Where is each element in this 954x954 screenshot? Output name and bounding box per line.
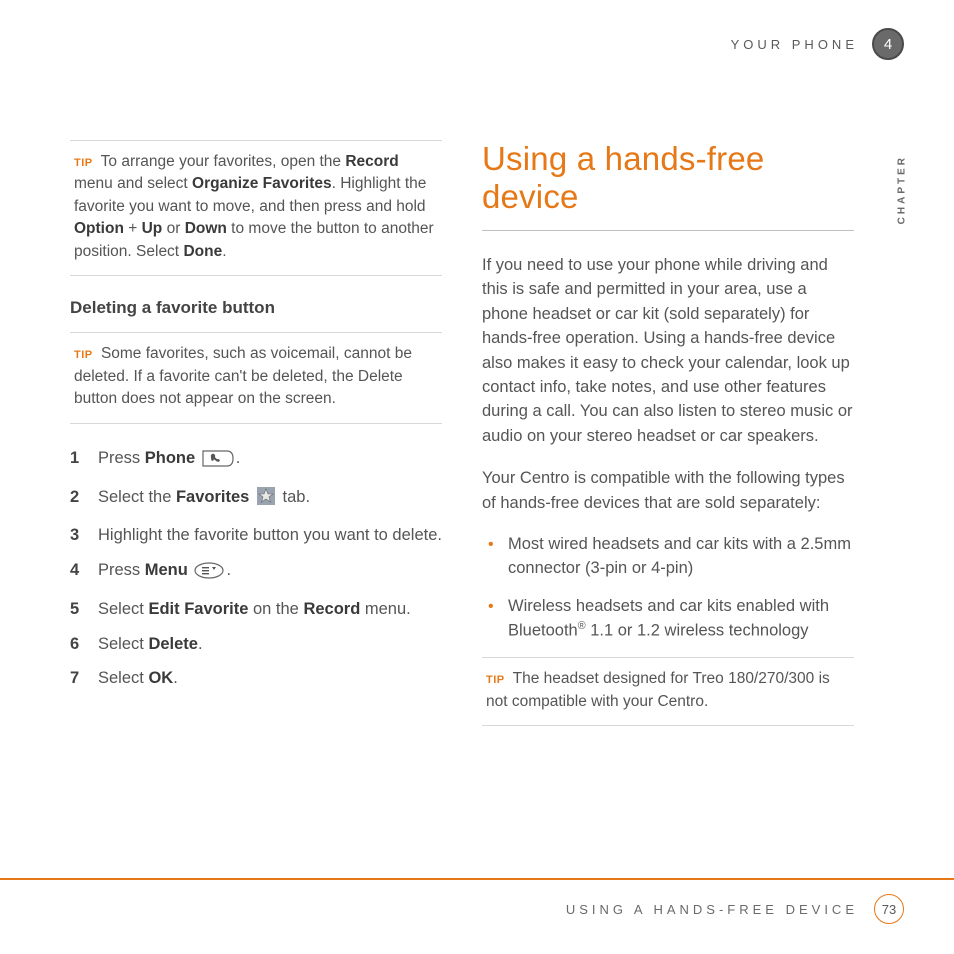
footer-section-title: USING A HANDS-FREE DEVICE xyxy=(566,902,858,917)
menu-button-icon xyxy=(194,562,224,587)
tip-box-treo-headset: TIP The headset designed for Treo 180/27… xyxy=(482,657,854,726)
page-content: TIP To arrange your favorites, open the … xyxy=(70,140,854,884)
tip-label: TIP xyxy=(74,157,93,169)
step-item: Select Delete. xyxy=(70,632,442,657)
side-chapter-label: CHAPTER xyxy=(896,155,907,224)
tip-text: To arrange your favorites, open the Reco… xyxy=(74,153,434,260)
step-item: Select Edit Favorite on the Record menu. xyxy=(70,597,442,622)
tip-text: Some favorites, such as voicemail, canno… xyxy=(74,345,412,407)
registered-mark: ® xyxy=(578,620,586,632)
bullet-item: Most wired headsets and car kits with a … xyxy=(482,533,854,581)
section-title: Using a hands-free device xyxy=(482,140,854,216)
tip-label: TIP xyxy=(486,674,505,686)
step-item: Highlight the favorite button you want t… xyxy=(70,523,442,548)
bullet-list: Most wired headsets and car kits with a … xyxy=(482,533,854,643)
step-item: Press Phone . xyxy=(70,446,442,475)
phone-button-icon xyxy=(202,450,234,475)
page-header: YOUR PHONE 4 xyxy=(731,28,904,60)
bullet-item: Wireless headsets and car kits enabled w… xyxy=(482,595,854,643)
chapter-number-badge: 4 xyxy=(872,28,904,60)
tip-label: TIP xyxy=(74,349,93,361)
page-number-badge: 73 xyxy=(874,894,904,924)
tip-text: The headset designed for Treo 180/270/30… xyxy=(486,670,830,709)
subheading-deleting-favorite: Deleting a favorite button xyxy=(70,298,442,318)
body-paragraph: Your Centro is compatible with the follo… xyxy=(482,466,854,515)
tip-box-delete-restriction: TIP Some favorites, such as voicemail, c… xyxy=(70,332,442,423)
page-footer: USING A HANDS-FREE DEVICE 73 xyxy=(0,878,954,924)
body-paragraph: If you need to use your phone while driv… xyxy=(482,253,854,448)
tip-box-organize-favorites: TIP To arrange your favorites, open the … xyxy=(70,140,442,276)
right-column: Using a hands-free device If you need to… xyxy=(482,140,854,884)
step-item: Select the Favorites tab. xyxy=(70,485,442,514)
step-item: Press Menu . xyxy=(70,558,442,587)
section-rule xyxy=(482,230,854,231)
favorites-star-icon xyxy=(256,486,276,514)
header-section-title: YOUR PHONE xyxy=(731,37,858,52)
left-column: TIP To arrange your favorites, open the … xyxy=(70,140,442,884)
step-item: Select OK. xyxy=(70,666,442,691)
steps-list: Press Phone . Select the Favorites tab. … xyxy=(70,446,442,691)
